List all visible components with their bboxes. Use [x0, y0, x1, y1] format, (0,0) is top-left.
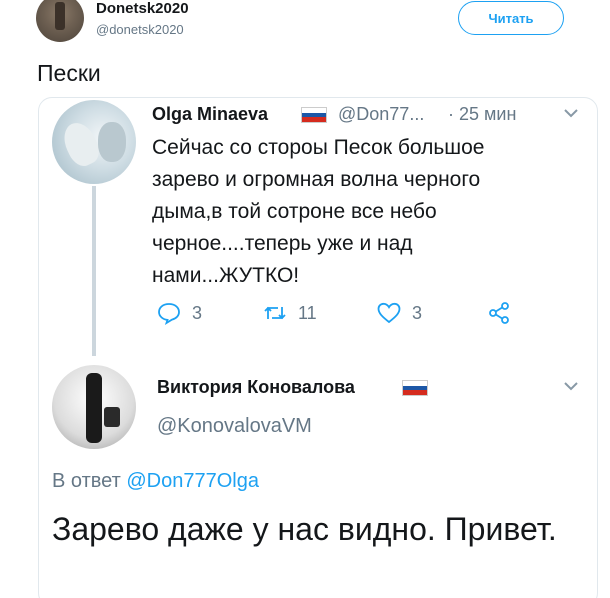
author-name[interactable]: Donetsk2020 — [96, 0, 189, 17]
follow-button[interactable]: Читать — [458, 1, 564, 35]
russian-flag-icon — [301, 107, 327, 123]
retweet-count: 11 — [298, 302, 317, 323]
author-handle[interactable]: @donetsk2020 — [96, 22, 184, 37]
reply-to-prefix: В ответ — [52, 470, 121, 492]
reply-count: 3 — [192, 302, 203, 323]
reply-to-handle-link[interactable]: @Don777Olga — [126, 470, 259, 492]
author-avatar[interactable] — [36, 0, 84, 42]
russian-flag-icon — [402, 380, 428, 396]
retweet-button[interactable]: 11 — [262, 300, 317, 326]
chevron-down-icon[interactable] — [562, 104, 580, 122]
share-button[interactable] — [486, 300, 522, 326]
thread-connector-line — [92, 186, 96, 356]
quoted-timestamp[interactable]: · 25 мин — [448, 104, 516, 125]
reply-to-line: В ответ @Don777Olga — [52, 470, 259, 493]
quoted-avatar[interactable] — [52, 100, 136, 184]
like-button[interactable]: 3 — [376, 300, 422, 326]
reply-icon — [158, 303, 180, 326]
heart-icon — [377, 302, 401, 324]
reply-author-handle[interactable]: @KonovalovaVM — [157, 415, 312, 438]
reply-button[interactable]: 3 — [156, 300, 202, 326]
like-count: 3 — [412, 302, 423, 323]
quoted-author-handle[interactable]: @Don77... — [338, 104, 424, 125]
reply-tweet-text: Зарево даже у нас видно. Привет. — [52, 511, 557, 547]
reply-author-name[interactable]: Виктория Коновалова — [157, 377, 355, 398]
share-icon — [489, 302, 509, 324]
chevron-down-icon[interactable] — [562, 377, 580, 395]
retweet-icon — [264, 306, 286, 320]
tweet-text: Пески — [37, 60, 101, 86]
reply-avatar[interactable] — [52, 365, 136, 449]
quoted-author-name[interactable]: Olga Minaeva — [152, 104, 268, 125]
quoted-tweet-text: Сейчас со стороы Песок большое зарево и … — [152, 136, 485, 287]
